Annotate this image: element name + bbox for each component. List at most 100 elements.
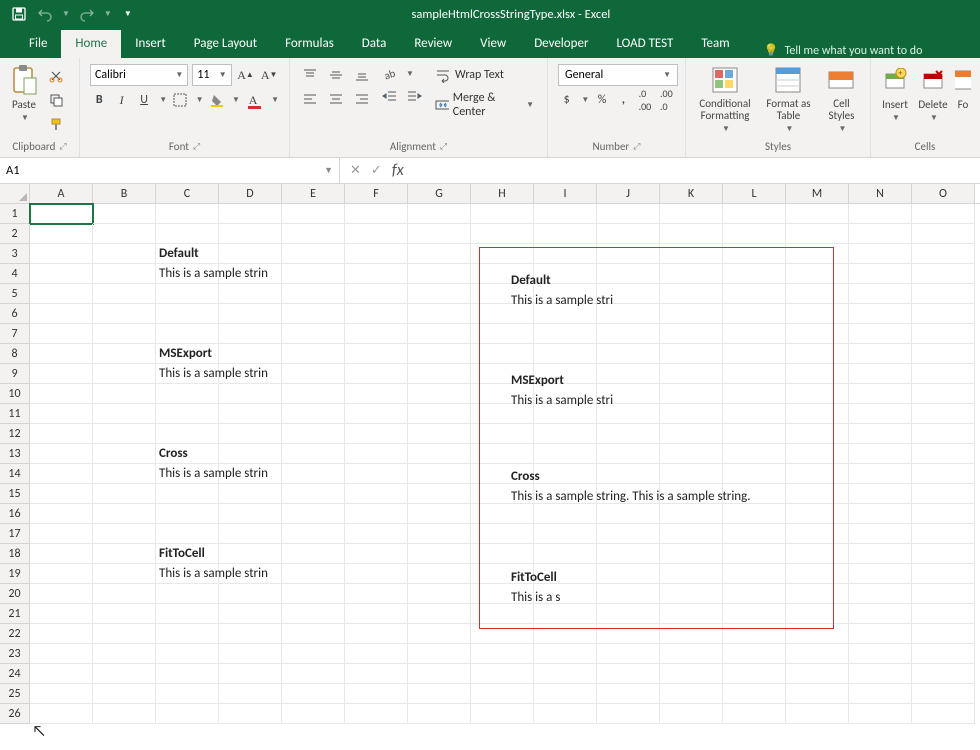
cell[interactable]	[30, 344, 93, 364]
accounting-format-icon[interactable]: $	[558, 90, 575, 110]
cell[interactable]	[282, 444, 345, 464]
cell[interactable]: Cross	[156, 444, 219, 464]
cell[interactable]	[345, 364, 408, 384]
cell[interactable]	[723, 504, 786, 524]
cell[interactable]	[597, 664, 660, 684]
cell[interactable]	[723, 464, 786, 484]
cell[interactable]	[849, 324, 912, 344]
cell[interactable]	[93, 384, 156, 404]
cell[interactable]	[282, 664, 345, 684]
cell[interactable]	[534, 444, 597, 464]
cell[interactable]	[156, 424, 219, 444]
cell[interactable]	[660, 464, 723, 484]
column-header[interactable]: O	[912, 184, 975, 203]
cell[interactable]	[408, 684, 471, 704]
delete-cells-button[interactable]: Delete▼	[917, 64, 949, 123]
align-right-icon[interactable]	[350, 88, 374, 110]
chevron-down-icon[interactable]: ▼	[196, 95, 204, 105]
cell[interactable]	[786, 304, 849, 324]
cell[interactable]	[30, 364, 93, 384]
cell[interactable]	[849, 504, 912, 524]
cell[interactable]	[660, 384, 723, 404]
cell[interactable]	[786, 604, 849, 624]
cell[interactable]	[660, 684, 723, 704]
cell[interactable]	[786, 464, 849, 484]
cell[interactable]	[345, 304, 408, 324]
cell[interactable]	[345, 244, 408, 264]
cell[interactable]	[912, 564, 975, 584]
cell[interactable]	[723, 324, 786, 344]
cell[interactable]	[660, 244, 723, 264]
cell[interactable]	[471, 504, 534, 524]
cell[interactable]	[408, 244, 471, 264]
dialog-launcher-icon[interactable]: ⤢	[193, 141, 200, 152]
cell[interactable]	[849, 644, 912, 664]
cancel-formula-icon[interactable]: ✕	[350, 163, 361, 178]
cell[interactable]	[786, 504, 849, 524]
cell[interactable]	[93, 564, 156, 584]
cell[interactable]	[30, 424, 93, 444]
cell[interactable]	[534, 464, 597, 484]
percent-format-icon[interactable]: %	[593, 90, 610, 110]
row-header[interactable]: 25	[0, 684, 30, 704]
cell[interactable]	[597, 524, 660, 544]
dialog-launcher-icon[interactable]: ⤢	[59, 141, 66, 152]
cell[interactable]	[93, 364, 156, 384]
orientation-icon[interactable]: ab	[380, 64, 400, 84]
cell[interactable]	[786, 524, 849, 544]
cell[interactable]	[30, 604, 93, 624]
cell[interactable]: This is a sample strin	[156, 264, 219, 284]
cell[interactable]	[912, 664, 975, 684]
cell[interactable]	[912, 284, 975, 304]
chevron-down-icon[interactable]: ▼	[271, 95, 279, 105]
cell[interactable]	[597, 464, 660, 484]
cell[interactable]	[912, 324, 975, 344]
cell[interactable]	[723, 424, 786, 444]
cell[interactable]	[786, 644, 849, 664]
cell[interactable]	[597, 364, 660, 384]
cell[interactable]	[93, 304, 156, 324]
cell[interactable]	[786, 284, 849, 304]
cell[interactable]	[156, 704, 219, 724]
underline-button[interactable]: U	[135, 90, 153, 110]
cell[interactable]	[471, 664, 534, 684]
cell[interactable]	[534, 624, 597, 644]
cell[interactable]	[723, 244, 786, 264]
cell[interactable]	[219, 284, 282, 304]
cell[interactable]	[282, 624, 345, 644]
fx-icon[interactable]: fx	[392, 161, 404, 180]
cell[interactable]	[723, 584, 786, 604]
dialog-launcher-icon[interactable]: ⤢	[440, 141, 447, 152]
cell[interactable]	[345, 504, 408, 524]
cell[interactable]	[219, 224, 282, 244]
cell[interactable]	[660, 584, 723, 604]
cell[interactable]	[912, 244, 975, 264]
cell[interactable]	[597, 684, 660, 704]
comma-format-icon[interactable]: ,	[615, 90, 632, 110]
cell[interactable]	[408, 364, 471, 384]
bold-button[interactable]: B	[90, 90, 108, 110]
tell-me-search[interactable]: 💡 Tell me what you want to do	[764, 43, 923, 58]
cell[interactable]	[723, 624, 786, 644]
cell[interactable]	[534, 344, 597, 364]
cell[interactable]	[219, 524, 282, 544]
cell[interactable]	[597, 264, 660, 284]
cell[interactable]	[282, 544, 345, 564]
cell[interactable]	[786, 624, 849, 644]
cell[interactable]	[597, 504, 660, 524]
cell[interactable]	[660, 344, 723, 364]
increase-font-icon[interactable]: A▲	[236, 65, 256, 85]
cell[interactable]	[30, 564, 93, 584]
cell[interactable]	[912, 404, 975, 424]
cell[interactable]	[912, 704, 975, 724]
row-header[interactable]: 8	[0, 344, 30, 364]
increase-indent-icon[interactable]	[404, 86, 424, 106]
cell[interactable]	[849, 424, 912, 444]
row-header[interactable]: 24	[0, 664, 30, 684]
redo-icon[interactable]	[78, 5, 96, 23]
cell[interactable]	[30, 304, 93, 324]
cell[interactable]	[534, 244, 597, 264]
cell[interactable]	[723, 444, 786, 464]
cell[interactable]	[345, 424, 408, 444]
cell[interactable]	[93, 664, 156, 684]
